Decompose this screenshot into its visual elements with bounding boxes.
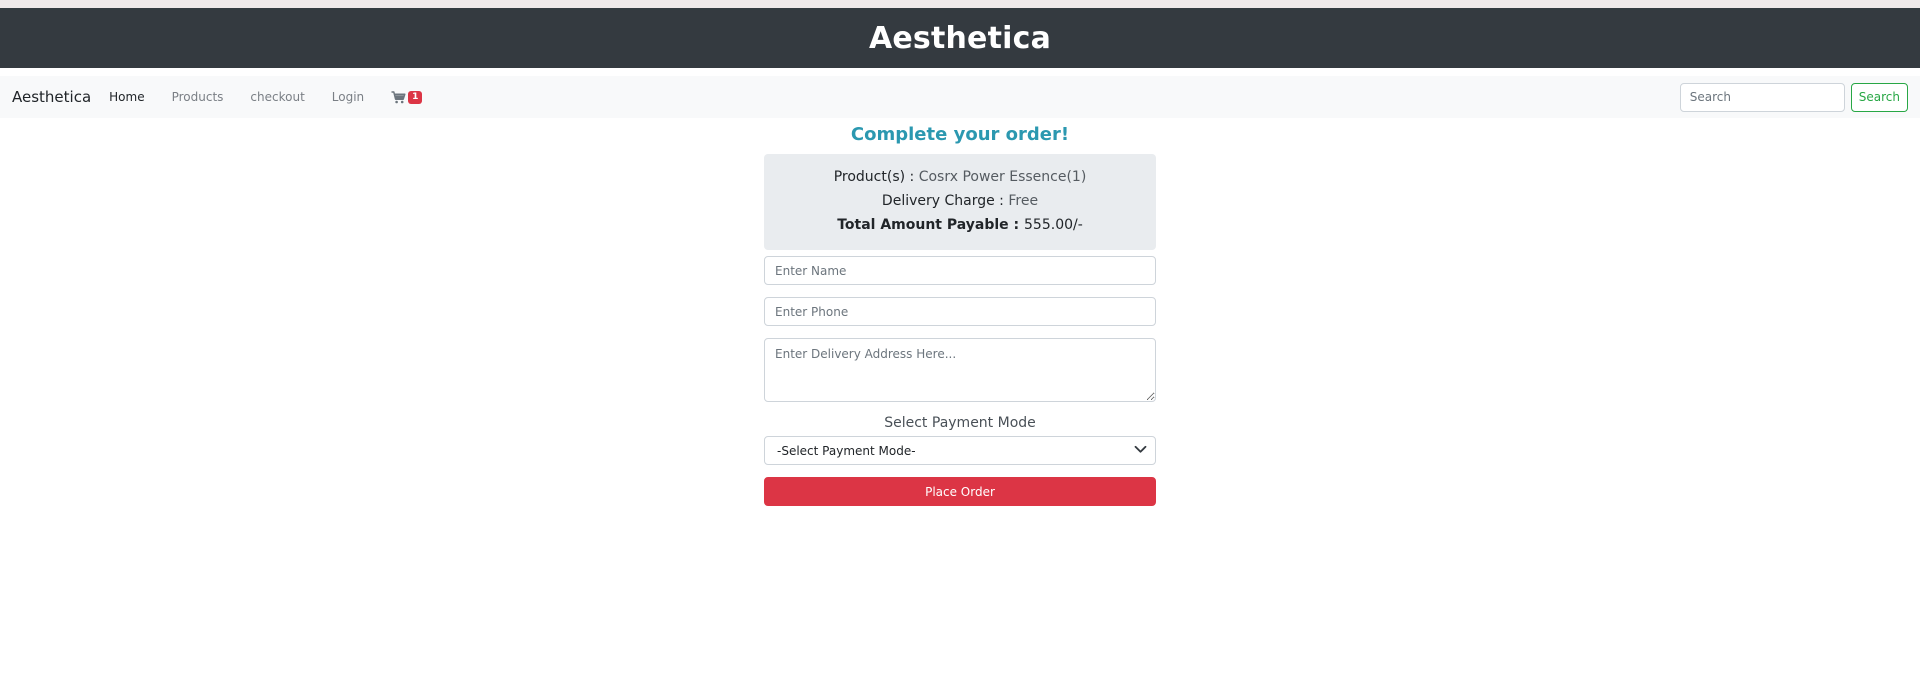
total-label: Total Amount Payable : [837,217,1025,233]
delivery-label: Delivery Charge : [881,193,1009,209]
nav-link-checkout[interactable]: checkout [250,90,304,104]
phone-input[interactable] [764,297,1156,326]
checkout-main: Complete your order! Product(s) : Cosrx … [764,118,1156,506]
cart-link[interactable]: 1 [391,90,423,104]
banner-title: Aesthetica [868,20,1052,56]
summary-delivery-row: Delivery Charge : Free [774,189,1146,213]
products-value: Cosrx Power Essence(1) [918,169,1087,185]
order-summary: Product(s) : Cosrx Power Essence(1) Deli… [764,154,1156,250]
nav-link-login[interactable]: Login [332,90,364,104]
banner-gap [0,68,1920,76]
navbar: Aesthetica Home Products checkout Login … [0,76,1920,118]
top-strip [0,0,1920,8]
delivery-value: Free [1008,193,1039,209]
search-button[interactable]: Search [1850,82,1908,112]
address-textarea[interactable] [764,338,1156,402]
payment-mode-label: Select Payment Mode [884,415,1036,431]
cart-icon [391,90,406,103]
payment-mode-selected: -Select Payment Mode- [777,443,916,458]
nav-link-home[interactable]: Home [109,90,144,104]
place-order-button[interactable]: Place Order [764,477,1156,506]
payment-mode-select[interactable]: -Select Payment Mode- [764,436,1156,465]
total-value: 555.00/- [1024,217,1083,233]
order-title: Complete your order! [850,124,1070,145]
site-banner: Aesthetica [0,8,1920,68]
summary-total-row: Total Amount Payable : 555.00/- [774,213,1146,237]
navbar-brand[interactable]: Aesthetica [12,88,91,106]
products-label: Product(s) : [833,169,919,185]
summary-products-row: Product(s) : Cosrx Power Essence(1) [774,165,1146,189]
name-input[interactable] [764,256,1156,285]
nav-link-products[interactable]: Products [172,90,224,104]
search-input[interactable] [1679,82,1845,112]
cart-count-badge: 1 [408,90,423,104]
chevron-down-icon [1134,445,1147,453]
payment-mode-select-wrap: -Select Payment Mode- [764,436,1156,465]
